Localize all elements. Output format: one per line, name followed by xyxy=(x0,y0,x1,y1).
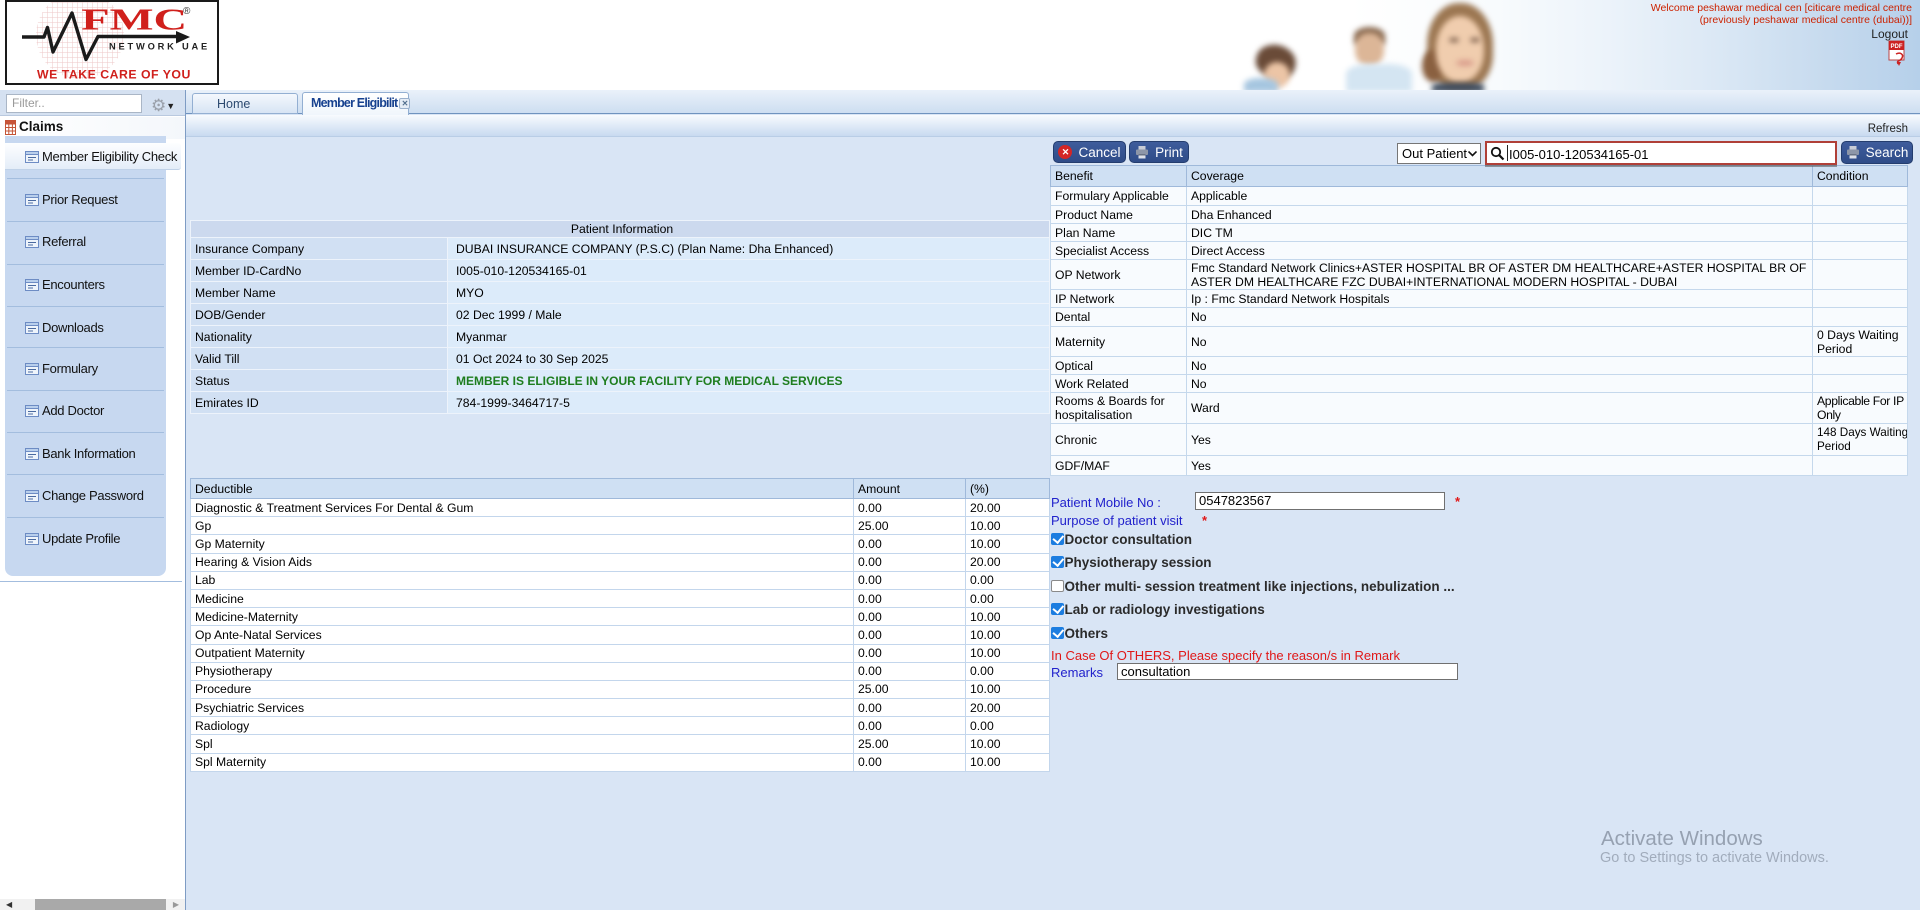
svg-text:NETWORK UAE: NETWORK UAE xyxy=(109,42,210,52)
svg-text:PDF: PDF xyxy=(1891,44,1903,50)
svg-text:®: ® xyxy=(183,6,191,17)
svg-text:WE TAKE CARE OF YOU: WE TAKE CARE OF YOU xyxy=(37,68,191,82)
svg-text:FMC: FMC xyxy=(81,2,187,37)
